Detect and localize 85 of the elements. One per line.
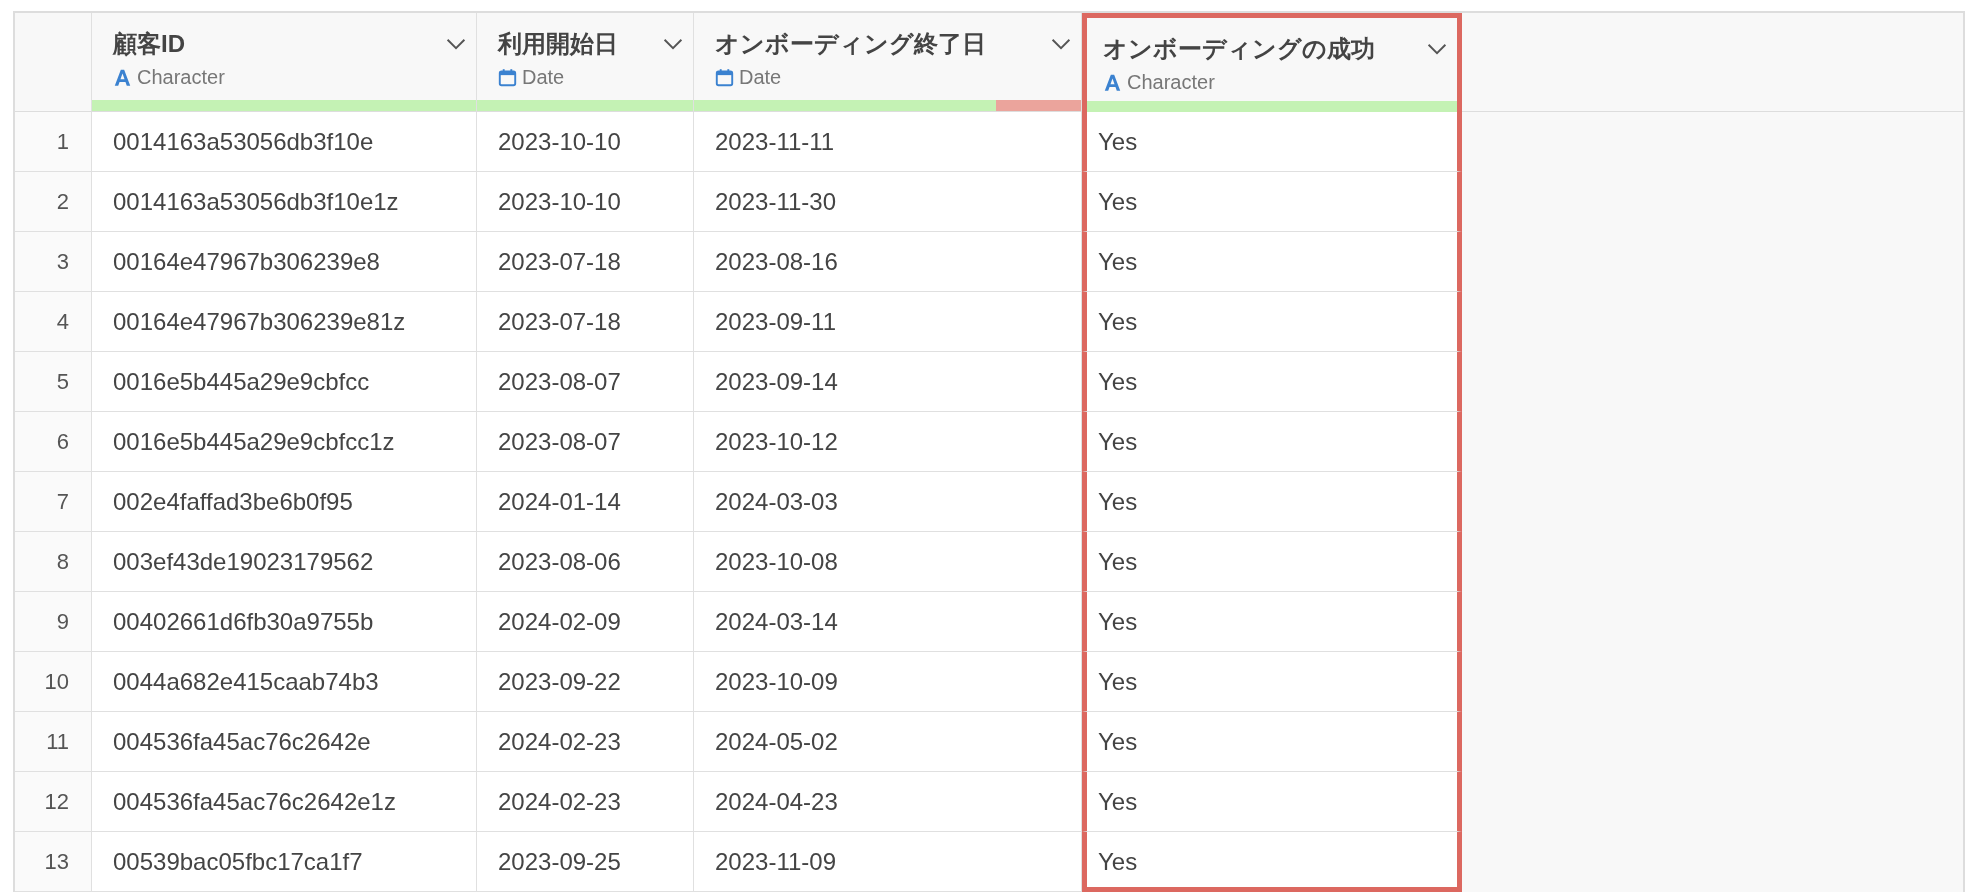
row-number: 2 — [15, 172, 92, 232]
table-cell: Yes — [1082, 172, 1462, 232]
table-cell: 2024-02-23 — [477, 772, 694, 832]
table-cell: 2023-09-14 — [694, 352, 1082, 412]
table-cell: 0014163a53056db3f10e1z — [92, 172, 477, 232]
table-cell: 2023-09-25 — [477, 832, 694, 892]
table-cell: 2024-02-23 — [477, 712, 694, 772]
column-header[interactable]: オンボーディング終了日 Date — [694, 13, 1082, 112]
table-cell: 003ef43de19023179562 — [92, 532, 477, 592]
calendar-icon — [715, 67, 734, 87]
table-cell: Yes — [1082, 292, 1462, 352]
table-cell: Yes — [1082, 232, 1462, 292]
row-number: 6 — [15, 412, 92, 472]
column-title: オンボーディング終了日 — [715, 29, 986, 59]
table-cell: 2023-10-10 — [477, 172, 694, 232]
table-cell: 2023-08-06 — [477, 532, 694, 592]
dropdown-chevron-icon[interactable] — [446, 38, 466, 50]
table-cell: Yes — [1082, 652, 1462, 712]
row-number: 13 — [15, 832, 92, 892]
column-type: Date — [522, 65, 565, 89]
row-number: 8 — [15, 532, 92, 592]
table-cell: 00402661d6fb30a9755b — [92, 592, 477, 652]
table-cell: 2023-07-18 — [477, 232, 694, 292]
dropdown-chevron-icon[interactable] — [1051, 38, 1071, 50]
column-header[interactable]: 利用開始日 Date — [477, 13, 694, 112]
table-cell: 0016e5b445a29e9cbfcc — [92, 352, 477, 412]
dropdown-chevron-icon[interactable] — [1427, 43, 1447, 55]
table-cell: 0016e5b445a29e9cbfcc1z — [92, 412, 477, 472]
column-type: Character — [137, 65, 225, 89]
table-cell: 2023-11-11 — [694, 112, 1082, 172]
row-number: 12 — [15, 772, 92, 832]
table-cell: 2024-04-23 — [694, 772, 1082, 832]
table-cell: Yes — [1082, 832, 1462, 892]
table-cell: Yes — [1082, 112, 1462, 172]
column-type: Character — [1127, 70, 1215, 94]
table-cell: 2024-03-03 — [694, 472, 1082, 532]
row-number: 10 — [15, 652, 92, 712]
table-cell: 00164e47967b306239e81z — [92, 292, 477, 352]
table-cell: 2023-09-11 — [694, 292, 1082, 352]
table-cell: 0044a682e415caab74b3 — [92, 652, 477, 712]
table-cell: Yes — [1082, 352, 1462, 412]
column-title: オンボーディングの成功 — [1103, 34, 1375, 64]
table-cell: 2023-11-30 — [694, 172, 1082, 232]
table-cell: 00164e47967b306239e8 — [92, 232, 477, 292]
row-number: 7 — [15, 472, 92, 532]
table-cell: 2024-02-09 — [477, 592, 694, 652]
table-cell: 2023-10-09 — [694, 652, 1082, 712]
row-number: 1 — [15, 112, 92, 172]
table-cell: 2023-08-16 — [694, 232, 1082, 292]
table-cell: 2023-07-18 — [477, 292, 694, 352]
table-cell: 2023-10-12 — [694, 412, 1082, 472]
table-cell: 0014163a53056db3f10e — [92, 112, 477, 172]
column-header[interactable]: 顧客ID Character — [92, 13, 477, 112]
table-cell: 004536fa45ac76c2642e — [92, 712, 477, 772]
row-number: 5 — [15, 352, 92, 412]
table-cell: 2023-10-10 — [477, 112, 694, 172]
dropdown-chevron-icon[interactable] — [663, 38, 683, 50]
calendar-icon — [498, 67, 517, 87]
table-cell: 2023-11-09 — [694, 832, 1082, 892]
row-number: 3 — [15, 232, 92, 292]
letter-a-icon — [113, 67, 132, 87]
table-cell: Yes — [1082, 532, 1462, 592]
column-type: Date — [739, 65, 782, 89]
table-cell: 2023-10-08 — [694, 532, 1082, 592]
table-cell: 002e4faffad3be6b0f95 — [92, 472, 477, 532]
table-cell: Yes — [1082, 592, 1462, 652]
table-cell: Yes — [1082, 472, 1462, 532]
table-cell: 2024-03-14 — [694, 592, 1082, 652]
table-cell: 2023-08-07 — [477, 352, 694, 412]
table-cell: 2023-08-07 — [477, 412, 694, 472]
table-cell: Yes — [1082, 412, 1462, 472]
table-cell: 2023-09-22 — [477, 652, 694, 712]
row-number: 4 — [15, 292, 92, 352]
table-cell: 00539bac05fbc17ca1f7 — [92, 832, 477, 892]
table-cell: Yes — [1082, 772, 1462, 832]
table-cell: 2024-05-02 — [694, 712, 1082, 772]
table-cell: 2024-01-14 — [477, 472, 694, 532]
table-cell: Yes — [1082, 712, 1462, 772]
column-title: 利用開始日 — [498, 29, 618, 59]
row-number: 11 — [15, 712, 92, 772]
column-title: 顧客ID — [113, 29, 185, 59]
letter-a-icon — [1103, 72, 1122, 92]
table-cell: 004536fa45ac76c2642e1z — [92, 772, 477, 832]
row-number: 9 — [15, 592, 92, 652]
column-header[interactable]: オンボーディングの成功 Character — [1082, 13, 1462, 112]
